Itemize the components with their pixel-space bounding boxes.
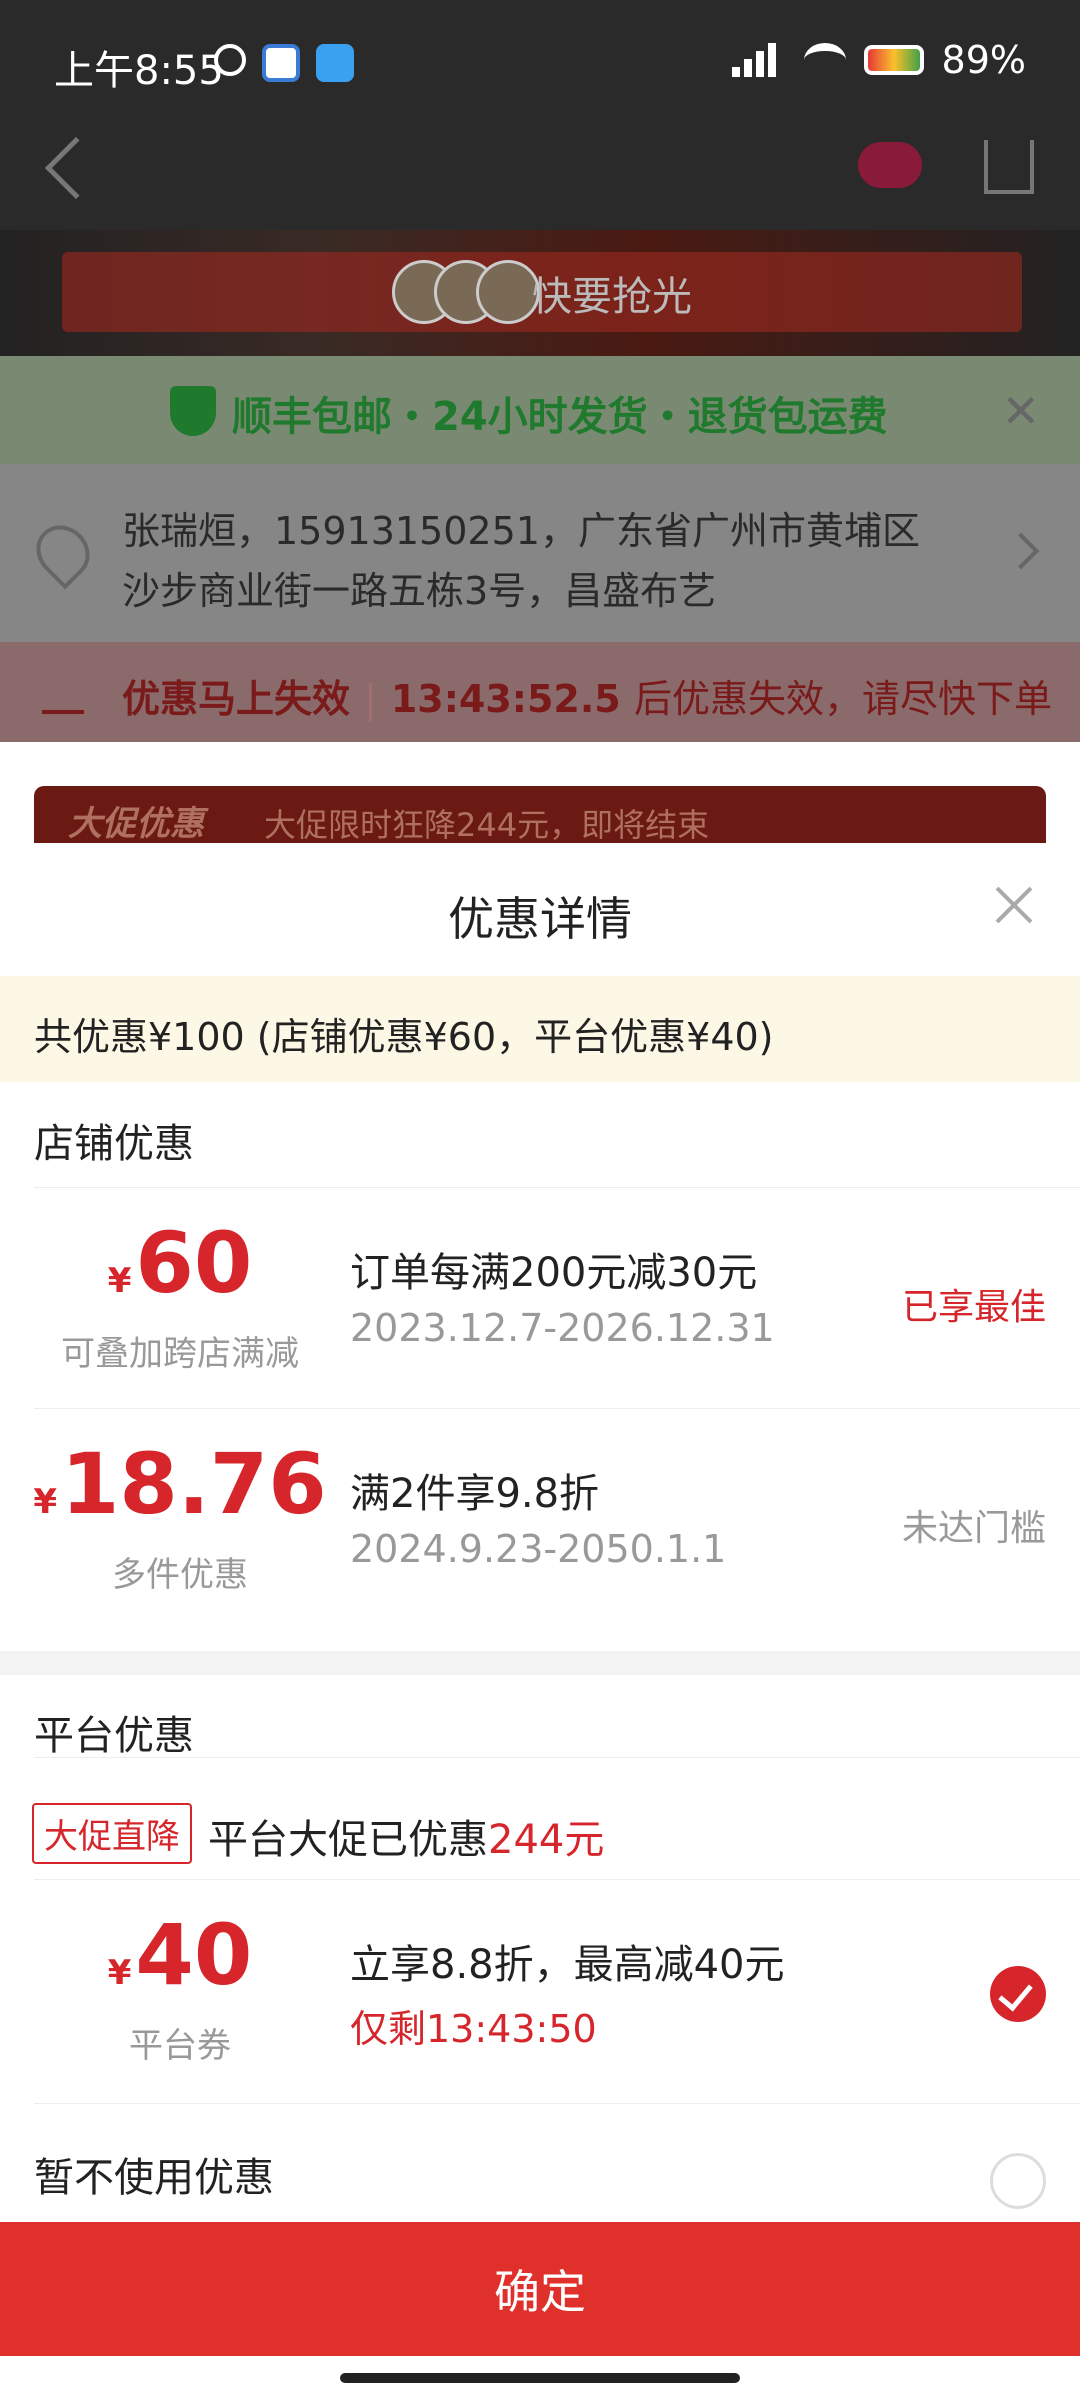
share-icon[interactable] — [984, 140, 1034, 194]
countdown-label: 优惠马上失效 — [122, 677, 351, 721]
signal-icon — [731, 43, 786, 77]
section-gap — [0, 1651, 1080, 1675]
wifi-icon — [803, 43, 846, 77]
currency-symbol: ¥ — [33, 1482, 57, 1522]
status-right: 89% — [731, 38, 1026, 82]
coupon-remaining-time: 仅剩13:43:50 — [350, 2007, 597, 2051]
address-row[interactable]: 张瑞烜，15913150251，广东省广州市黄埔区 沙步商业街一路五栋3号，昌盛… — [0, 464, 1080, 642]
promo-direct-label: 平台大促已优惠 — [208, 1817, 488, 1863]
nav-bar — [0, 120, 1080, 230]
countdown-suffix: 后优惠失效，请尽快下单 — [633, 677, 1052, 721]
shipping-banner: 顺丰包邮・24小时发货・退货包运费 ✕ — [0, 356, 1080, 464]
confirm-button[interactable]: 确定 — [0, 2222, 1080, 2356]
coupon-subtitle: 平台券 — [129, 2026, 231, 2066]
platform-coupon-row[interactable]: ¥40 平台券 立享8.8折，最高减40元 仅剩13:43:50 — [0, 1880, 1080, 2100]
coupon-title: 满2件享9.8折 — [350, 1471, 600, 1517]
coupon-date: 2023.12.7-2026.12.31 — [350, 1306, 775, 1350]
discount-summary: 共优惠¥100 (店铺优惠¥60，平台优惠¥40) — [0, 976, 1080, 1082]
hot-sale-text: 快要抢光 — [532, 274, 692, 320]
location-pin-icon — [25, 514, 101, 590]
buyer-avatars — [392, 260, 540, 324]
status-bar: 上午8:55 89% — [0, 0, 1080, 120]
countdown-separator: | — [364, 677, 377, 721]
store-coupon-row[interactable]: ¥18.76 多件优惠 满2件享9.8折 2024.9.23-2050.1.1 … — [0, 1409, 1080, 1629]
discount-countdown: 优惠马上失效 | 13:43:52.5 后优惠失效，请尽快下单 — [0, 642, 1080, 742]
checkbox-checked-icon[interactable] — [990, 1966, 1046, 2022]
amount-value: 40 — [135, 1906, 253, 2004]
battery-level: 89% — [941, 38, 1026, 82]
currency-symbol: ¥ — [107, 1261, 132, 1301]
promo-direct-badge: 大促直降 — [32, 1803, 192, 1864]
coupon-status: 未达门槛 — [901, 1508, 1046, 1549]
address-line-2: 沙步商业街一路五栋3号，昌盛布艺 — [122, 569, 717, 613]
coupon-subtitle: 可叠加跨店满减 — [61, 1334, 299, 1374]
shop-avatar[interactable] — [858, 142, 922, 188]
back-icon[interactable] — [44, 136, 108, 200]
big-promo-text: 大促限时狂降244元，即将结束 — [264, 806, 710, 843]
coupon-title: 订单每满200元减30元 — [350, 1250, 758, 1296]
store-section-title: 店铺优惠 — [34, 1121, 194, 1167]
status-time: 上午8:55 — [54, 48, 224, 94]
coupon-amount: ¥40 — [30, 1906, 330, 2004]
shipping-text: 顺丰包邮・24小时发货・退货包运费 — [232, 394, 888, 440]
platform-section-title: 平台优惠 — [34, 1713, 194, 1759]
coupon-status: 已享最佳 — [901, 1287, 1046, 1328]
coupon-date: 2024.9.23-2050.1.1 — [350, 1527, 727, 1571]
background-page: 上午8:55 89% 快要抢光 顺丰包邮・24小时发货・退货包运费 ✕ 张瑞烜，… — [0, 0, 1080, 843]
promo-direct-amount: 244元 — [488, 1817, 605, 1863]
close-icon[interactable]: ✕ — [1001, 384, 1040, 438]
store-coupon-row[interactable]: ¥60 可叠加跨店满减 订单每满200元减30元 2023.12.7-2026.… — [0, 1188, 1080, 1408]
countdown-text: 优惠马上失效 | 13:43:52.5 后优惠失效，请尽快下单 — [122, 668, 1052, 723]
app-notification-icon — [262, 44, 300, 82]
product-hero: 快要抢光 — [0, 230, 1080, 356]
shield-check-icon — [170, 386, 216, 436]
radio-unchecked-icon[interactable] — [990, 2153, 1046, 2209]
coupon-amount: ¥60 — [30, 1214, 330, 1312]
hotspot-icon — [316, 44, 354, 82]
big-promo-bar: 大促优惠 大促限时狂降244元，即将结束 — [34, 786, 1046, 843]
address-line-1: 张瑞烜，15913150251，广东省广州市黄埔区 — [122, 509, 920, 553]
big-promo-tag: 大促优惠 — [68, 804, 204, 843]
discount-detail-sheet: 优惠详情 共优惠¥100 (店铺优惠¥60，平台优惠¥40) 店铺优惠 ¥60 … — [0, 843, 1080, 2400]
countdown-time: 13:43:52.5 — [390, 677, 621, 721]
alarm-icon — [214, 44, 246, 76]
sheet-title: 优惠详情 — [448, 892, 632, 946]
divider — [34, 2103, 1080, 2104]
divider — [34, 1757, 1080, 1758]
promo-direct-row: 大促直降 平台大促已优惠244元 — [0, 1769, 1080, 1889]
amount-value: 18.76 — [60, 1435, 327, 1533]
promo-direct-text: 平台大促已优惠244元 — [208, 1807, 604, 1865]
coupon-amount: ¥18.76 — [30, 1435, 330, 1533]
no-coupon-label: 暂不使用优惠 — [34, 2155, 274, 2201]
chevron-right-icon — [1002, 532, 1040, 570]
home-indicator — [340, 2373, 740, 2383]
coupon-title: 立享8.8折，最高减40元 — [350, 1942, 785, 1988]
no-coupon-row[interactable]: 暂不使用优惠 — [0, 2105, 1080, 2225]
coupon-subtitle: 多件优惠 — [112, 1555, 248, 1595]
currency-symbol: ¥ — [107, 1953, 132, 1993]
battery-icon — [863, 45, 924, 75]
amount-value: 60 — [135, 1214, 253, 1312]
trend-chart-icon — [42, 674, 84, 714]
summary-text: 共优惠¥100 (店铺优惠¥60，平台优惠¥40) — [34, 1015, 774, 1059]
close-icon[interactable] — [984, 875, 1044, 935]
